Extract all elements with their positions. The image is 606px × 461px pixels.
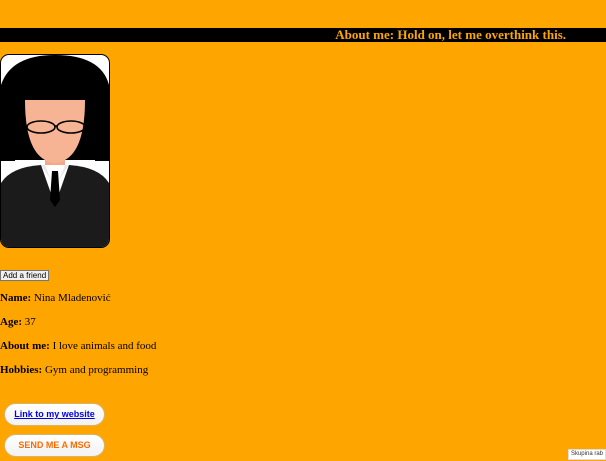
hobbies-label: Hobbies: [0,364,43,376]
profile-avatar [0,54,110,248]
add-friend-button[interactable]: Add a friend [0,270,50,281]
hobbies-field: Hobbies: Gym and programming [0,364,148,377]
age-label: Age: [0,316,22,328]
about-label: About me: [0,340,50,352]
about-field: About me: I love animals and food [0,340,156,353]
profile-page: About me: Hold on, let me overthink this… [0,0,606,461]
header-banner: About me: Hold on, let me overthink this… [0,27,606,42]
send-message-button[interactable]: SEND ME A MSG [4,434,105,457]
website-link-label[interactable]: Link to my website [14,409,95,419]
name-field: Name: Nina Mladenović [0,292,111,305]
name-value: Nina Mladenović [31,292,111,304]
corner-badge: Skupina rab [567,449,606,460]
banner-text: About me: Hold on, let me overthink this… [335,27,566,42]
about-value: I love animals and food [49,340,157,352]
age-field: Age: 37 [0,316,36,329]
name-label: Name: [0,292,32,304]
age-value: 37 [22,316,36,328]
send-message-label: SEND ME A MSG [18,440,91,450]
hobbies-value: Gym and programming [42,364,149,376]
website-link-button[interactable]: Link to my website [4,403,105,426]
